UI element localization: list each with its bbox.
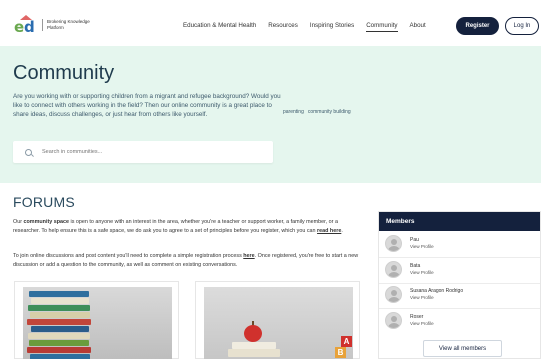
view-profile-link[interactable]: View Profile: [410, 295, 463, 301]
member-name: Pau: [410, 237, 419, 243]
hero-description: Are you working with or supporting child…: [13, 93, 281, 119]
avatar: [385, 261, 402, 278]
members-heading: Members: [379, 212, 540, 231]
books-image: [23, 287, 172, 359]
top-navigation: ed Brokering Knowledge Platform Educatio…: [0, 0, 541, 46]
view-profile-link[interactable]: View Profile: [410, 244, 434, 250]
nav-links: Education & Mental Health Resources Insp…: [183, 22, 438, 32]
tag-community-building[interactable]: community building: [308, 109, 351, 115]
member-name: Roser: [410, 314, 424, 320]
apple-books-image: A B: [204, 287, 353, 359]
forums-registration: To join online discussions and post cont…: [13, 252, 366, 269]
site-logo[interactable]: ed Brokering Knowledge Platform: [14, 15, 102, 36]
view-profile-link[interactable]: View Profile: [410, 321, 434, 327]
avatar: [385, 312, 402, 329]
logo-text: Brokering Knowledge Platform: [42, 19, 102, 31]
member-name: Susana Aragon Rodrigo: [410, 288, 464, 294]
nav-item-inspiring-stories[interactable]: Inspiring Stories: [310, 22, 354, 32]
members-panel: Members Pau View Profile Bata View Profi…: [378, 211, 541, 359]
tag-parenting[interactable]: parenting: [283, 109, 304, 115]
view-profile-link[interactable]: View Profile: [410, 270, 434, 276]
nav-item-about[interactable]: About: [410, 22, 426, 32]
forums-intro: Our community space is open to anyone wi…: [13, 218, 366, 235]
tag-list: parenting community building: [283, 109, 355, 115]
member-name: Bata: [410, 263, 421, 269]
member-item[interactable]: Pau View Profile: [385, 235, 434, 252]
nav-item-resources[interactable]: Resources: [268, 22, 298, 32]
avatar: [385, 286, 402, 303]
member-item[interactable]: Bata View Profile: [385, 261, 434, 278]
login-button[interactable]: Log In: [505, 17, 539, 35]
member-item[interactable]: Susana Aragon Rodrigo View Profile: [385, 286, 463, 303]
search-box[interactable]: [13, 141, 273, 163]
read-here-link[interactable]: read here: [317, 228, 341, 234]
nav-item-community[interactable]: Community: [366, 22, 398, 32]
view-all-members-button[interactable]: View all members: [423, 340, 502, 357]
apple-icon: [244, 325, 262, 342]
logo-icon: ed: [14, 15, 38, 36]
nav-item-education[interactable]: Education & Mental Health: [183, 22, 256, 32]
search-input[interactable]: [42, 149, 242, 155]
search-icon: [25, 148, 32, 156]
forums-heading: FORUMS: [13, 194, 75, 210]
forum-card[interactable]: A B: [195, 281, 360, 359]
page-title: Community: [13, 62, 115, 84]
registration-here-link[interactable]: here: [243, 253, 254, 259]
forum-card[interactable]: [14, 281, 179, 359]
text: To join online discussions and post cont…: [13, 253, 244, 259]
member-item[interactable]: Roser View Profile: [385, 312, 434, 329]
text: Our: [13, 219, 24, 225]
avatar: [385, 235, 402, 252]
community-space-bold: community space: [23, 219, 70, 225]
text: .: [341, 227, 343, 234]
register-button[interactable]: Register: [456, 17, 499, 35]
